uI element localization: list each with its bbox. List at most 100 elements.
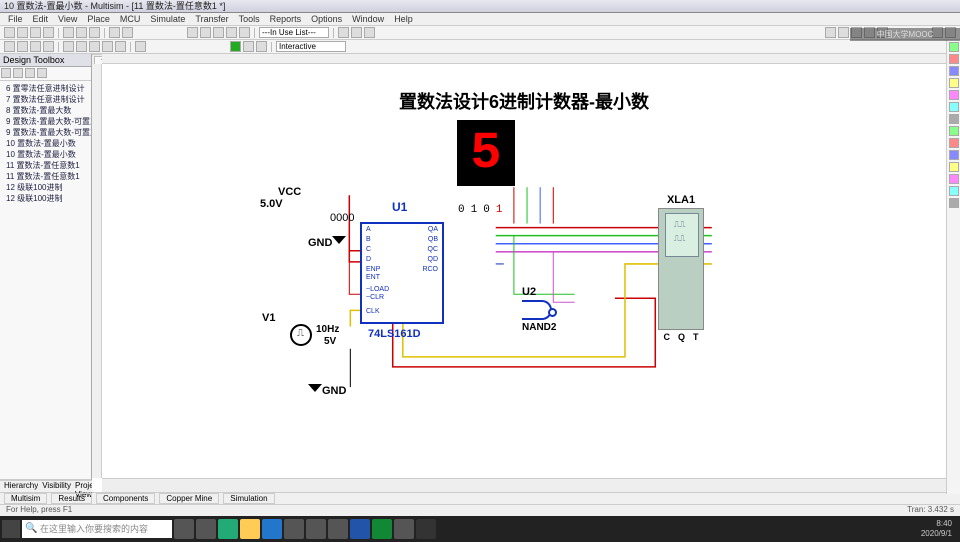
place-icon[interactable] (17, 41, 28, 52)
instrument-icon[interactable] (949, 138, 959, 148)
menu-mcu[interactable]: MCU (120, 14, 141, 24)
help-icon[interactable] (364, 27, 375, 38)
tab-hierarchy[interactable]: Hierarchy (0, 480, 38, 492)
menu-place[interactable]: Place (87, 14, 110, 24)
instrument-icon[interactable] (949, 54, 959, 64)
place-icon[interactable] (63, 41, 74, 52)
edge-icon[interactable] (218, 519, 238, 539)
tree-icon[interactable] (37, 68, 47, 78)
in-use-combo[interactable]: ---In Use List--- (259, 27, 329, 38)
copy-icon[interactable] (76, 27, 87, 38)
tree-item[interactable]: 11 置数法-置任意数1 (2, 171, 89, 182)
u1-chip[interactable]: A B C D ENP ENT ~LOAD ~CLR CLK QA QB QC … (360, 222, 444, 324)
redo-icon[interactable] (122, 27, 133, 38)
print-icon[interactable] (43, 27, 54, 38)
menu-simulate[interactable]: Simulate (150, 14, 185, 24)
instrument-icon[interactable] (949, 78, 959, 88)
instrument-icon[interactable] (949, 162, 959, 172)
place-icon[interactable] (115, 41, 126, 52)
text-icon[interactable] (135, 41, 146, 52)
store-icon[interactable] (284, 519, 304, 539)
open-icon[interactable] (17, 27, 28, 38)
instrument-icon[interactable] (949, 42, 959, 52)
seven-segment-display[interactable]: 5 (457, 120, 515, 186)
instrument-icon[interactable] (949, 186, 959, 196)
instrument-icon[interactable] (949, 66, 959, 76)
tree-item[interactable]: 12 级联100进制 (2, 182, 89, 193)
system-tray[interactable]: 8:40 2020/9/1 (921, 519, 958, 539)
tool-icon[interactable] (338, 27, 349, 38)
app-icon[interactable] (328, 519, 348, 539)
tree-item[interactable]: 10 置数法-置最小数 (2, 138, 89, 149)
tree-item[interactable]: 8 置数法-置最大数 (2, 105, 89, 116)
menu-help[interactable]: Help (394, 14, 413, 24)
run-icon[interactable] (230, 41, 241, 52)
taskview-icon[interactable] (196, 519, 216, 539)
tree-icon[interactable] (13, 68, 23, 78)
bottom-tab[interactable]: Results (51, 493, 92, 504)
scrollbar-horizontal[interactable] (102, 478, 946, 492)
menu-file[interactable]: File (8, 14, 23, 24)
instrument-icon[interactable] (949, 114, 959, 124)
cortana-icon[interactable] (174, 519, 194, 539)
pause-icon[interactable] (243, 41, 254, 52)
bottom-tab[interactable]: Components (96, 493, 155, 504)
stop-icon[interactable] (256, 41, 267, 52)
instrument-icon[interactable] (949, 198, 959, 208)
tree-item[interactable]: 9 置数法-置最大数-可置正确 (2, 116, 89, 127)
tree-item[interactable]: 9 置数法-置最大数-可置正确 (2, 127, 89, 138)
instrument-icon[interactable] (949, 102, 959, 112)
component-icon[interactable] (200, 27, 211, 38)
component-icon[interactable] (213, 27, 224, 38)
tree-item[interactable]: 7 置数法任意进制设计 (2, 94, 89, 105)
instrument-icon[interactable] (949, 126, 959, 136)
component-icon[interactable] (187, 27, 198, 38)
menu-transfer[interactable]: Transfer (195, 14, 228, 24)
instrument-icon[interactable] (949, 174, 959, 184)
place-icon[interactable] (43, 41, 54, 52)
tool-icon[interactable] (351, 27, 362, 38)
place-icon[interactable] (89, 41, 100, 52)
paste-icon[interactable] (89, 27, 100, 38)
mail-icon[interactable] (262, 519, 282, 539)
schematic-canvas[interactable]: 置数法设计6进制计数器-最小数 5 0 1 0 1 VCC 5.0V GND U… (102, 64, 946, 478)
u2-gate[interactable]: U2 NAND2 (522, 286, 556, 333)
menu-tools[interactable]: Tools (239, 14, 260, 24)
start-button[interactable] (2, 520, 20, 538)
excel-icon[interactable] (372, 519, 392, 539)
instrument-icon[interactable] (949, 150, 959, 160)
clock-source-icon[interactable] (290, 324, 312, 346)
menu-view[interactable]: View (58, 14, 77, 24)
menu-window[interactable]: Window (352, 14, 384, 24)
place-icon[interactable] (76, 41, 87, 52)
bottom-tab[interactable]: Copper Mine (159, 493, 219, 504)
tree-icon[interactable] (25, 68, 35, 78)
bottom-tab[interactable]: Simulation (223, 493, 274, 504)
undo-icon[interactable] (109, 27, 120, 38)
menu-reports[interactable]: Reports (270, 14, 302, 24)
place-icon[interactable] (102, 41, 113, 52)
component-icon[interactable] (226, 27, 237, 38)
explorer-icon[interactable] (240, 519, 260, 539)
tree-icon[interactable] (1, 68, 11, 78)
tree-item[interactable]: 12 级联100进制 (2, 193, 89, 204)
tree-item[interactable]: 10 置数法-置最小数 (2, 149, 89, 160)
word-icon[interactable] (350, 519, 370, 539)
design-tree[interactable]: 6 置零法任意进制设计 7 置数法任意进制设计 8 置数法-置最大数 9 置数法… (0, 81, 91, 479)
place-icon[interactable] (30, 41, 41, 52)
instrument-icon[interactable] (949, 90, 959, 100)
place-icon[interactable] (4, 41, 15, 52)
zoom-out-icon[interactable] (838, 27, 849, 38)
search-input[interactable]: 在这里输入你要搜索的内容 (22, 520, 172, 538)
app-icon[interactable] (306, 519, 326, 539)
multisim-icon[interactable] (416, 519, 436, 539)
tab-visibility[interactable]: Visibility (38, 480, 71, 492)
sim-mode-combo[interactable]: Interactive (276, 41, 346, 52)
component-icon[interactable] (239, 27, 250, 38)
bottom-tab[interactable]: Multisim (4, 493, 47, 504)
menu-edit[interactable]: Edit (33, 14, 49, 24)
menu-options[interactable]: Options (311, 14, 342, 24)
zoom-in-icon[interactable] (825, 27, 836, 38)
tree-item[interactable]: 6 置零法任意进制设计 (2, 83, 89, 94)
cut-icon[interactable] (63, 27, 74, 38)
